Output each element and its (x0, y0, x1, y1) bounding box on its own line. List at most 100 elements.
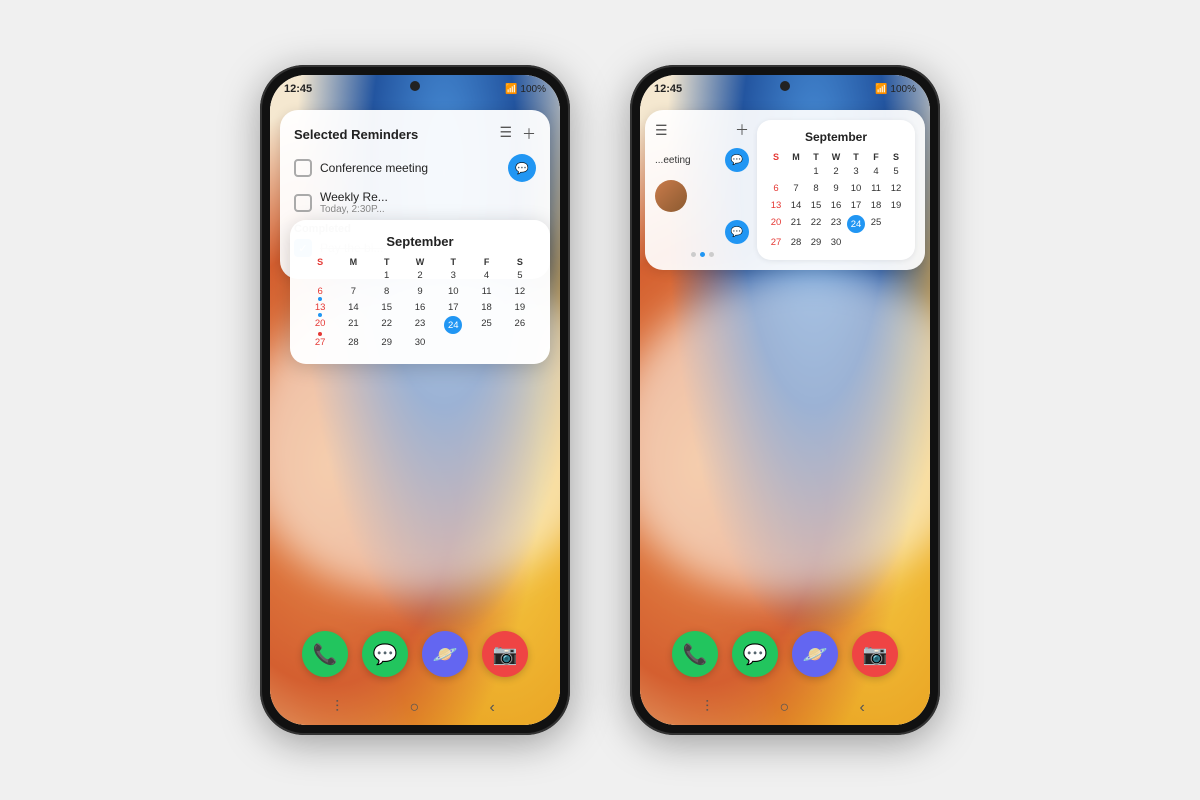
nav-back-right[interactable]: ‹ (860, 699, 865, 717)
phone-right: 12:45 📶 100% ☰ ＋ ...eeting (630, 65, 940, 735)
dock-planet-left[interactable]: 🪐 (422, 631, 468, 677)
rcal-h-t2: T (847, 152, 865, 162)
rcal-3[interactable]: 3 (847, 164, 865, 179)
rcal-28[interactable]: 28 (787, 235, 805, 250)
cal-day-4[interactable]: 4 (470, 268, 502, 283)
add-icon[interactable]: ＋ (522, 124, 536, 144)
nav-recents-right[interactable]: ⫶ (705, 699, 709, 717)
rcal-1[interactable]: 1 (807, 164, 825, 179)
rcal-24-today[interactable]: 24 (847, 215, 865, 233)
checkbox-1[interactable] (294, 159, 312, 177)
cal-day-28[interactable]: 28 (337, 335, 369, 350)
cal-day-7[interactable]: 7 (337, 284, 369, 299)
rcal-4[interactable]: 4 (867, 164, 885, 179)
cal-day-6[interactable]: 6 (304, 284, 336, 299)
dock-planet-right[interactable]: 🪐 (792, 631, 838, 677)
nav-back-left[interactable]: ‹ (490, 699, 495, 717)
cal-day-8[interactable]: 8 (371, 284, 403, 299)
rcal-17[interactable]: 17 (847, 198, 865, 213)
list-icon-right[interactable]: ☰ (655, 122, 668, 139)
combined-right-panel[interactable]: September S M T W T F S 1 2 3 (757, 120, 915, 260)
cal-day-5[interactable]: 5 (504, 268, 536, 283)
screen-right: 12:45 📶 100% ☰ ＋ ...eeting (640, 75, 930, 725)
cal-day-29[interactable]: 29 (371, 335, 403, 350)
cal-month-right: September (767, 130, 905, 144)
rcal-10[interactable]: 10 (847, 181, 865, 196)
rcal-6[interactable]: 6 (767, 181, 785, 196)
cal-day-14[interactable]: 14 (337, 300, 369, 315)
rcal-5[interactable]: 5 (887, 164, 905, 179)
nav-home-right[interactable]: ○ (780, 699, 790, 717)
cal-day-11[interactable]: 11 (470, 284, 502, 299)
rcal-21[interactable]: 21 (787, 215, 805, 233)
reminder-item-1[interactable]: Conference meeting 💬 (294, 154, 536, 182)
cal-day-2[interactable]: 2 (404, 268, 436, 283)
cal-day-27[interactable]: 27 (304, 335, 336, 350)
cal-day-20[interactable]: 20 (304, 316, 336, 334)
combined-widget[interactable]: ☰ ＋ ...eeting 💬 💬 (645, 110, 925, 270)
mini-reminder-2[interactable] (655, 180, 749, 212)
rcal-14[interactable]: 14 (787, 198, 805, 213)
combined-left-panel: ☰ ＋ ...eeting 💬 💬 (655, 120, 749, 260)
cal-day-26[interactable]: 26 (504, 316, 536, 334)
nav-home-left[interactable]: ○ (410, 699, 420, 717)
cal-day-18[interactable]: 18 (470, 300, 502, 315)
cal-day-15[interactable]: 15 (371, 300, 403, 315)
rcal-12[interactable]: 12 (887, 181, 905, 196)
cal-day-16[interactable]: 16 (404, 300, 436, 315)
rcal-25[interactable]: 25 (867, 215, 885, 233)
dock-phone-left[interactable]: 📞 (302, 631, 348, 677)
rcal-22[interactable]: 22 (807, 215, 825, 233)
cal-day-24-today[interactable]: 24 (444, 316, 462, 334)
reminder-item-2[interactable]: Weekly Re... Today, 2:30P... (294, 190, 536, 215)
cal-header-s: S (304, 257, 336, 267)
rcal-13[interactable]: 13 (767, 198, 785, 213)
cal-day-21[interactable]: 21 (337, 316, 369, 334)
rcal-19[interactable]: 19 (887, 198, 905, 213)
rcal-18[interactable]: 18 (867, 198, 885, 213)
cal-day-1[interactable]: 1 (371, 268, 403, 283)
mini-reminder-3[interactable]: 💬 (655, 220, 749, 244)
rcal-27[interactable]: 27 (767, 235, 785, 250)
list-icon[interactable]: ☰ (499, 124, 512, 144)
cal-day-12[interactable]: 12 (504, 284, 536, 299)
rcal-8[interactable]: 8 (807, 181, 825, 196)
cal-day-empty2 (337, 268, 369, 283)
dock-chat-right[interactable]: 💬 (732, 631, 778, 677)
rcal-11[interactable]: 11 (867, 181, 885, 196)
nav-bar-right: ⫶ ○ ‹ (640, 699, 930, 717)
cal-day-13[interactable]: 13 (304, 300, 336, 315)
cal-day-23[interactable]: 23 (404, 316, 436, 334)
dock-chat-left[interactable]: 💬 (362, 631, 408, 677)
calendar-popup[interactable]: September S M T W T F S 1 2 (290, 220, 550, 364)
cal-day-10[interactable]: 10 (437, 284, 469, 299)
rcal-30[interactable]: 30 (827, 235, 845, 250)
rcal-16[interactable]: 16 (827, 198, 845, 213)
rcal-7[interactable]: 7 (787, 181, 805, 196)
nav-recents-left[interactable]: ⫶ (335, 699, 339, 717)
rcal-29[interactable]: 29 (807, 235, 825, 250)
rcal-h-w: W (827, 152, 845, 162)
cal-day-3[interactable]: 3 (437, 268, 469, 283)
cal-day-17[interactable]: 17 (437, 300, 469, 315)
rcal-20[interactable]: 20 (767, 215, 785, 233)
rcal-2[interactable]: 2 (827, 164, 845, 179)
time-right: 12:45 (654, 83, 682, 95)
rcal-15[interactable]: 15 (807, 198, 825, 213)
dock-phone-right[interactable]: 📞 (672, 631, 718, 677)
reminder-sub-2: Today, 2:30P... (320, 204, 536, 215)
cal-day-30[interactable]: 30 (404, 335, 436, 350)
dock-camera-left[interactable]: 📷 (482, 631, 528, 677)
cal-day-22[interactable]: 22 (371, 316, 403, 334)
dock-camera-right[interactable]: 📷 (852, 631, 898, 677)
rcal-9[interactable]: 9 (827, 181, 845, 196)
cal-day-25[interactable]: 25 (470, 316, 502, 334)
mini-badge-1: 💬 (725, 148, 749, 172)
checkbox-2[interactable] (294, 194, 312, 212)
cal-day-19[interactable]: 19 (504, 300, 536, 315)
rcal-23[interactable]: 23 (827, 215, 845, 233)
cal-day-9[interactable]: 9 (404, 284, 436, 299)
mini-reminder-text-1: ...eeting (655, 155, 719, 166)
add-icon-right[interactable]: ＋ (735, 120, 749, 140)
mini-reminder-1[interactable]: ...eeting 💬 (655, 148, 749, 172)
